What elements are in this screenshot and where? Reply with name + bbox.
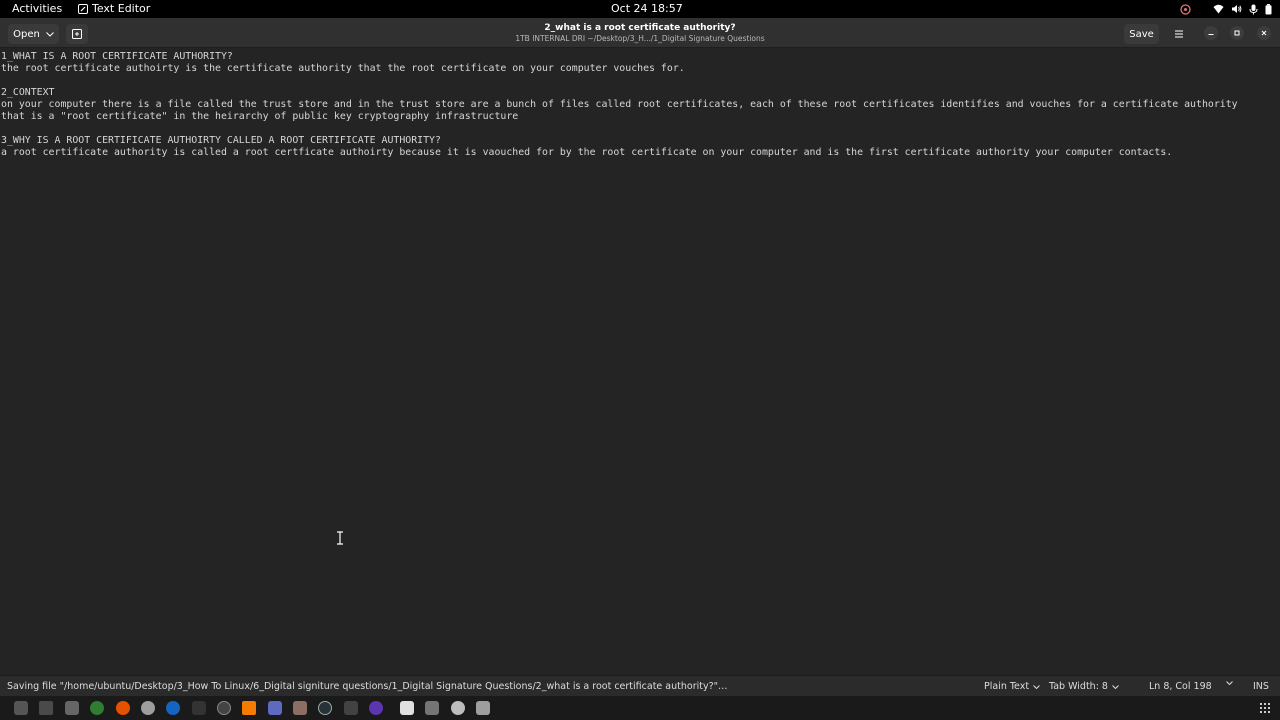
new-tab-button[interactable] (66, 24, 88, 44)
vlc-icon[interactable] (242, 701, 256, 715)
text-editor-icon (78, 3, 88, 14)
text-editor-icon[interactable] (400, 701, 414, 715)
vscode-icon[interactable] (268, 701, 282, 715)
close-icon (1261, 30, 1267, 36)
cursor-position[interactable]: Ln 8, Col 198 (1149, 681, 1212, 692)
cursor-position-label: Ln 8, Col 198 (1149, 681, 1212, 692)
document-path: 1TB INTERNAL DRI ~/Desktop/3_H.../1_Digi… (515, 34, 765, 43)
editor-line: a root certificate authority is called a… (1, 147, 1173, 158)
settings-icon[interactable] (141, 701, 155, 715)
chrome-icon[interactable] (90, 701, 104, 715)
clock[interactable]: Oct 24 18:57 (611, 2, 683, 15)
chevron-down-icon (1226, 681, 1233, 685)
header-bar: Open 2_what is a root certificate author… (0, 18, 1280, 48)
editor-line: 3_WHY IS A ROOT CERTIFICATE AUTHOIRTY CA… (1, 135, 441, 146)
chevron-down-icon (46, 31, 54, 37)
editor-line: 2_CONTEXT (1, 87, 55, 98)
ibeam-cursor-icon (337, 531, 343, 545)
disk-icon[interactable] (451, 701, 465, 715)
tab-width-label: Tab Width: 8 (1049, 681, 1108, 692)
chevron-down-icon (1112, 684, 1119, 689)
chat-icon[interactable] (369, 701, 383, 715)
editor-line: 1_WHAT IS A ROOT CERTIFICATE AUTHORITY? (1, 51, 233, 62)
chevron-down-icon (1033, 684, 1040, 689)
new-document-icon (72, 29, 82, 39)
save-button-label: Save (1129, 28, 1154, 40)
steam-icon[interactable] (166, 701, 180, 715)
minimize-button[interactable] (1204, 26, 1218, 40)
top-bar: Activities Text Editor Oct 24 18:57 (0, 0, 1280, 18)
microphone-icon[interactable] (1249, 4, 1258, 15)
open-button-label: Open (13, 28, 40, 40)
restore-icon (1234, 30, 1240, 36)
dock (0, 696, 1280, 720)
app-menu[interactable]: Text Editor (78, 2, 150, 15)
editor-line: that is a "root certificate" in the heir… (1, 111, 519, 122)
volume-icon[interactable] (1231, 4, 1242, 14)
notes-icon[interactable] (425, 701, 439, 715)
language-selector[interactable]: Plain Text (984, 681, 1040, 692)
editor-line: on your computer there is a file called … (1, 99, 1238, 110)
window-title: 2_what is a root certificate authority? … (440, 23, 840, 44)
hamburger-menu-icon (1175, 30, 1183, 38)
battery-icon[interactable] (1265, 3, 1272, 15)
calculator-icon[interactable] (344, 701, 358, 715)
tab-width-selector[interactable]: Tab Width: 8 (1049, 681, 1119, 692)
document-title: 2_what is a root certificate authority? (544, 23, 736, 33)
update-icon[interactable] (1180, 3, 1191, 15)
system-tray[interactable] (1180, 1, 1272, 17)
insert-mode[interactable]: INS (1253, 681, 1269, 692)
document-text[interactable]: 1_WHAT IS A ROOT CERTIFICATE AUTHORITY? … (1, 51, 1238, 159)
open-button[interactable]: Open (8, 24, 59, 44)
folder-icon[interactable] (65, 701, 79, 715)
text-editor-area[interactable]: 1_WHAT IS A ROOT CERTIFICATE AUTHORITY? … (0, 49, 1280, 675)
software-icon[interactable] (217, 701, 231, 715)
editor-line: the root certificate authoirty is the ce… (1, 63, 685, 74)
position-dropdown[interactable] (1226, 681, 1233, 685)
close-button[interactable] (1257, 26, 1271, 40)
firefox-icon[interactable] (116, 701, 130, 715)
status-bar: Saving file "/home/ubuntu/Desktop/3_How … (0, 675, 1280, 696)
archive-icon[interactable] (476, 701, 490, 715)
status-message: Saving file "/home/ubuntu/Desktop/3_How … (7, 681, 728, 692)
screenshot-icon[interactable] (39, 701, 53, 715)
terminal-icon[interactable] (192, 701, 206, 715)
minimize-icon (1208, 34, 1214, 35)
language-label: Plain Text (984, 681, 1030, 692)
insert-mode-label: INS (1253, 681, 1269, 692)
save-button[interactable]: Save (1124, 24, 1159, 44)
activities-button[interactable]: Activities (12, 2, 62, 15)
wifi-icon[interactable] (1213, 4, 1224, 14)
gimp-icon[interactable] (293, 701, 307, 715)
maximize-button[interactable] (1230, 26, 1244, 40)
app-menu-label: Text Editor (92, 2, 151, 15)
main-menu-button[interactable] (1169, 24, 1189, 44)
show-apps-icon[interactable] (1260, 703, 1270, 713)
obs-icon[interactable] (318, 701, 332, 715)
files-icon[interactable] (14, 701, 28, 715)
